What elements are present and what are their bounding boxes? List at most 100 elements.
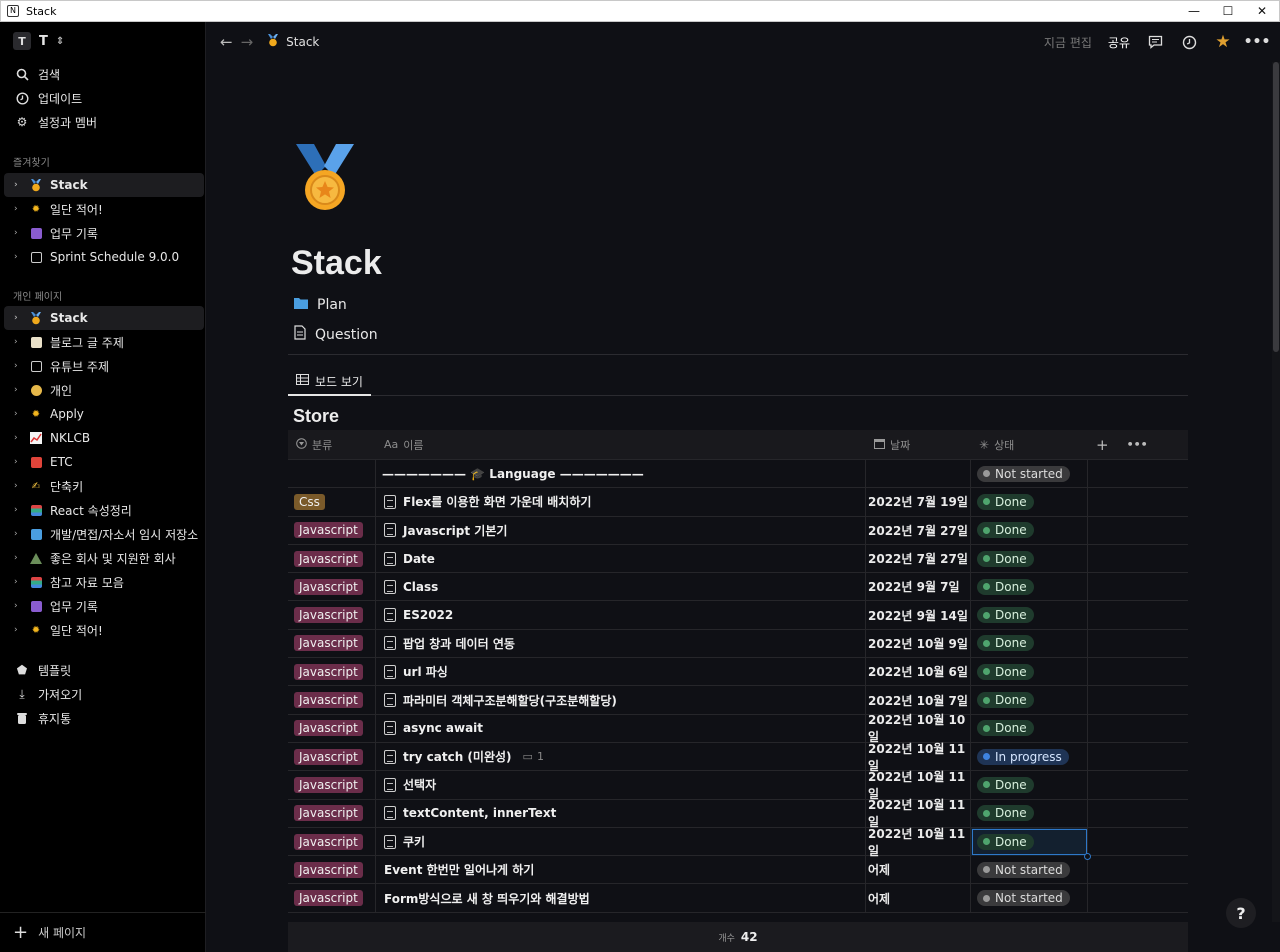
name-cell[interactable]: ES2022: [376, 601, 866, 630]
name-cell[interactable]: 쿠키: [376, 827, 866, 856]
name-cell[interactable]: ——————— 🎓 Language ———————: [376, 459, 866, 488]
date-cell[interactable]: 2022년 7월 27일: [866, 544, 971, 573]
name-cell[interactable]: 팝업 창과 데이터 연동: [376, 629, 866, 658]
sidebar-item-companies[interactable]: › 좋은 회사 및 지원한 회사: [4, 546, 204, 570]
chevron-right-icon[interactable]: ›: [14, 601, 22, 611]
chevron-right-icon[interactable]: ›: [14, 228, 22, 238]
category-cell[interactable]: Javascript: [288, 516, 376, 545]
date-cell[interactable]: 2022년 10월 11일: [866, 798, 971, 829]
comment-icon[interactable]: [1146, 33, 1164, 51]
sidebar-settings[interactable]: ⚙ 설정과 멤버: [0, 110, 206, 134]
category-cell[interactable]: Javascript: [288, 855, 376, 884]
date-cell[interactable]: 2022년 7월 19일: [866, 487, 971, 516]
header-name[interactable]: Aa 이름: [376, 430, 866, 460]
row-title[interactable]: Class: [382, 579, 438, 594]
status-cell[interactable]: In progress: [971, 742, 1088, 771]
name-cell[interactable]: textContent, innerText: [376, 799, 866, 828]
name-cell[interactable]: Class: [376, 572, 866, 601]
row-title[interactable]: textContent, innerText: [382, 806, 556, 821]
status-cell[interactable]: Done: [971, 657, 1088, 686]
table-row[interactable]: Javascript 선택자 2022년 10월 11일 Done: [288, 770, 1188, 801]
table-row[interactable]: Javascript 파라미터 객체구조분해할당(구조분해할당) 2022년 10월…: [288, 686, 1188, 715]
status-cell[interactable]: Done: [971, 770, 1088, 799]
page-title[interactable]: Stack: [291, 244, 382, 283]
date-cell[interactable]: 2022년 10월 9일: [866, 629, 971, 658]
category-cell[interactable]: Javascript: [288, 799, 376, 828]
status-cell[interactable]: Done: [971, 827, 1091, 860]
minimize-button[interactable]: —: [1177, 1, 1211, 21]
date-cell[interactable]: 2022년 10월 11일: [866, 742, 971, 773]
share-button[interactable]: 공유: [1108, 34, 1130, 51]
history-icon[interactable]: [1180, 33, 1198, 51]
status-cell[interactable]: Not started: [971, 884, 1088, 913]
date-cell[interactable]: 어제: [866, 855, 971, 884]
sidebar-item-sprint[interactable]: › Sprint Schedule 9.0.0: [4, 245, 204, 269]
name-cell[interactable]: 선택자: [376, 770, 866, 799]
table-row[interactable]: Javascript Form방식으로 새 창 띄우기와 해결방법 어제 Not st…: [288, 884, 1188, 913]
chevron-right-icon[interactable]: ›: [14, 529, 22, 539]
row-title[interactable]: Event 한번만 일어나게 하기: [382, 861, 534, 878]
status-cell[interactable]: Done: [971, 629, 1088, 658]
chevron-right-icon[interactable]: ›: [14, 409, 22, 419]
table-row[interactable]: Javascript Class 2022년 9월 7일 Done: [288, 572, 1188, 602]
status-cell[interactable]: Done: [971, 714, 1088, 743]
scrollbar-thumb[interactable]: [1273, 62, 1279, 352]
chevron-right-icon[interactable]: ›: [14, 252, 22, 262]
sidebar-item-etc[interactable]: › ETC: [4, 450, 204, 474]
tab-board-view[interactable]: 보드 보기: [288, 368, 371, 396]
chevron-right-icon[interactable]: ›: [14, 204, 22, 214]
header-date[interactable]: 날짜: [866, 430, 971, 460]
maximize-button[interactable]: ☐: [1211, 1, 1245, 21]
date-cell[interactable]: 2022년 10월 6일: [866, 657, 971, 686]
status-cell[interactable]: Done: [971, 572, 1088, 601]
chevron-right-icon[interactable]: ›: [14, 553, 22, 563]
category-cell[interactable]: Javascript: [288, 686, 376, 715]
chevron-right-icon[interactable]: ›: [14, 625, 22, 635]
date-cell[interactable]: 2022년 9월 7일: [866, 572, 971, 601]
table-row[interactable]: Javascript ES2022 2022년 9월 14일 Done: [288, 601, 1188, 630]
sidebar-item-references[interactable]: › 참고 자료 모음: [4, 570, 204, 594]
status-cell[interactable]: Done: [971, 544, 1088, 573]
help-button[interactable]: ?: [1226, 898, 1256, 928]
sidebar-import[interactable]: ⤓ 가져오기: [0, 682, 206, 706]
table-row[interactable]: Javascript url 파싱 2022년 10월 6일 Done: [288, 657, 1188, 687]
sidebar-templates[interactable]: ⬟ 템플릿: [0, 658, 206, 682]
comment-count[interactable]: ▭ 1: [523, 750, 544, 763]
row-title[interactable]: 파라미터 객체구조분해할당(구조분해할당): [382, 692, 617, 709]
category-cell[interactable]: Javascript: [288, 544, 376, 573]
link-question[interactable]: Question: [294, 325, 378, 344]
category-cell[interactable]: Javascript: [288, 827, 376, 856]
status-cell[interactable]: Done: [971, 601, 1088, 630]
row-title[interactable]: url 파싱: [382, 663, 448, 680]
chevron-right-icon[interactable]: ›: [14, 337, 22, 347]
chevron-right-icon[interactable]: ›: [14, 180, 22, 190]
header-category[interactable]: 분류: [288, 430, 376, 460]
category-cell[interactable]: Javascript: [288, 601, 376, 630]
row-title[interactable]: Date: [382, 551, 435, 566]
category-cell[interactable]: Javascript: [288, 572, 376, 601]
category-cell[interactable]: Javascript: [288, 742, 376, 771]
database-title[interactable]: Store: [293, 406, 339, 427]
sidebar-item-nklcb[interactable]: › NKLCB: [4, 426, 204, 450]
sidebar-updates[interactable]: 업데이트: [0, 86, 206, 110]
category-cell[interactable]: Css: [288, 487, 376, 516]
breadcrumb[interactable]: Stack: [267, 34, 319, 50]
category-cell[interactable]: Javascript: [288, 657, 376, 686]
date-cell[interactable]: 2022년 7월 27일: [866, 516, 971, 545]
table-row[interactable]: Css Flex를 이용한 화면 가운데 배치하기 2022년 7월 19일 Done: [288, 487, 1188, 517]
table-row[interactable]: Javascript 팝업 창과 데이터 연동 2022년 10월 9일 Done: [288, 629, 1188, 659]
sidebar-trash[interactable]: 휴지통: [0, 706, 206, 730]
sidebar-item-ildan-2[interactable]: › ✹ 일단 적어!: [4, 618, 204, 642]
table-row[interactable]: Javascript textContent, innerText 2022년 10…: [288, 798, 1188, 829]
forward-arrow-icon[interactable]: →: [241, 33, 254, 51]
table-row[interactable]: Javascript try catch (미완성) ▭ 1 2022년 10월 11일…: [288, 742, 1188, 773]
table-row[interactable]: Javascript Javascript 기본기 2022년 7월 27일 Done: [288, 516, 1188, 545]
category-cell[interactable]: Javascript: [288, 714, 376, 743]
status-cell[interactable]: Done: [971, 516, 1088, 545]
link-plan[interactable]: Plan: [294, 297, 347, 313]
date-cell[interactable]: 2022년 10월 7일: [866, 686, 971, 715]
row-title[interactable]: 선택자: [382, 776, 436, 793]
date-cell[interactable]: 2022년 9월 14일: [866, 601, 971, 630]
category-cell[interactable]: Javascript: [288, 884, 376, 913]
sidebar-item-youtube[interactable]: › 유튜브 주제: [4, 354, 204, 378]
